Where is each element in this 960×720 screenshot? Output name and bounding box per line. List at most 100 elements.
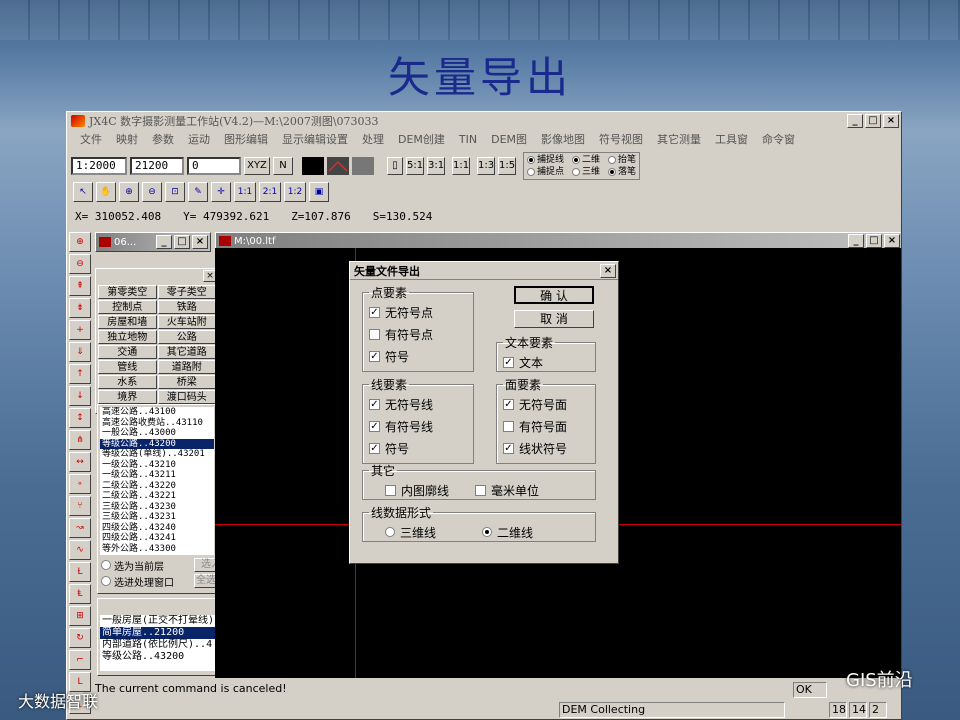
zoom-window-icon[interactable]: ⊡: [165, 182, 185, 202]
checkbox[interactable]: [503, 420, 514, 432]
zoom-1-1-button[interactable]: 1:1: [234, 182, 256, 202]
option-other_group[interactable]: 毫米单位: [469, 479, 539, 501]
checkbox[interactable]: [385, 484, 396, 496]
zoom-in-icon[interactable]: ⊕: [119, 182, 139, 202]
value-input[interactable]: 0: [187, 157, 241, 175]
zoom-1-2-button[interactable]: 1:2: [284, 182, 306, 202]
radio-icon[interactable]: [572, 168, 581, 176]
category-button[interactable]: 独立地物: [98, 330, 157, 344]
add-point-icon[interactable]: +: [69, 320, 91, 340]
list-item[interactable]: 高速公路收费站..43110: [100, 418, 214, 429]
category-button[interactable]: 水系: [98, 375, 157, 389]
curve-icon[interactable]: ∿: [69, 540, 91, 560]
insert-icon[interactable]: ⊞: [69, 606, 91, 626]
pen-icon[interactable]: ✎: [188, 182, 208, 202]
list-item[interactable]: 等级公路(单线)..43201: [100, 449, 214, 460]
menu-item[interactable]: 命令窗: [755, 131, 802, 147]
level-up-icon[interactable]: ⇞: [69, 276, 91, 296]
category-button[interactable]: 火车站附: [157, 315, 216, 329]
category-button[interactable]: 道路附: [157, 360, 216, 374]
menu-item[interactable]: 参数: [145, 131, 181, 147]
ratio-1-1-button[interactable]: 1:1: [452, 157, 470, 175]
radio-icon[interactable]: [608, 156, 617, 164]
checkbox[interactable]: [369, 328, 380, 340]
road-code-list[interactable]: 高速公路..43100 高速公路收费站..43110 一般公路..43000 等级公路…: [100, 407, 214, 555]
layer-close-button[interactable]: ×: [192, 235, 208, 249]
snap-radio-option[interactable]: 捕捉线: [527, 154, 564, 166]
option-other_group[interactable]: 内图廓线: [379, 479, 449, 501]
list-item[interactable]: 四级公路..43240: [100, 523, 214, 534]
option-line_group[interactable]: ✓ 有符号线: [363, 415, 473, 437]
close-button[interactable]: ×: [883, 114, 899, 128]
menu-item[interactable]: 影像地图: [534, 131, 592, 147]
option-point_group[interactable]: 有符号点: [363, 323, 473, 345]
vertical-align-icon[interactable]: ↕: [69, 408, 91, 428]
radio-icon[interactable]: [385, 527, 395, 537]
color-swatch-black[interactable]: [302, 157, 324, 175]
checkbox[interactable]: ✓: [503, 356, 514, 368]
zoom-out-icon[interactable]: ⊖: [69, 254, 91, 274]
list-item[interactable]: 等外公路..43300: [100, 544, 214, 555]
list-item[interactable]: 三级公路..43230: [100, 502, 214, 513]
split-icon[interactable]: ⋔: [69, 430, 91, 450]
category-button[interactable]: 其它道路: [157, 345, 216, 359]
radio-icon[interactable]: [608, 168, 617, 176]
list-item[interactable]: 一级公路..43211: [100, 470, 214, 481]
menu-item[interactable]: DEM创建: [391, 131, 452, 147]
option-linefmt_group[interactable]: 二维线: [476, 521, 533, 543]
option-area_group[interactable]: ✓ 线状符号: [497, 437, 595, 459]
category-button[interactable]: 房屋和墙: [98, 315, 157, 329]
move-icon[interactable]: ↝: [69, 518, 91, 538]
confirm-button[interactable]: 确 认: [514, 286, 594, 304]
category-button[interactable]: 第零类空: [98, 285, 157, 299]
zoom-in-icon[interactable]: ⊕: [69, 232, 91, 252]
horizontal-align-icon[interactable]: ↔: [69, 452, 91, 472]
minimize-button[interactable]: _: [847, 114, 863, 128]
current-layer-radio[interactable]: [101, 560, 111, 570]
list-item[interactable]: 一般公路..43000: [100, 428, 214, 439]
menu-item[interactable]: 映射: [109, 131, 145, 147]
checkbox[interactable]: ✓: [369, 420, 380, 432]
rotate-icon[interactable]: ↻: [69, 628, 91, 648]
menu-item[interactable]: 工具窗: [708, 131, 755, 147]
menu-item[interactable]: DEM图: [484, 131, 534, 147]
down-arrow-icon[interactable]: ↓: [69, 386, 91, 406]
scale-input[interactable]: 1:2000: [71, 157, 127, 175]
snap-radio-option[interactable]: 落笔: [608, 166, 636, 178]
canvas-max-button[interactable]: □: [866, 234, 882, 248]
list-item[interactable]: 二级公路..43221: [100, 491, 214, 502]
option-point_group[interactable]: ✓ 无符号点: [363, 301, 473, 323]
process-window-radio[interactable]: [101, 576, 111, 586]
n-button[interactable]: N: [273, 157, 293, 175]
menu-item[interactable]: 运动: [181, 131, 217, 147]
menu-item[interactable]: 文件: [73, 131, 109, 147]
save-icon[interactable]: ▣: [309, 182, 329, 202]
category-button[interactable]: 管线: [98, 360, 157, 374]
layer-max-button[interactable]: □: [174, 235, 190, 249]
list-item[interactable]: 等级公路..43200: [100, 438, 214, 449]
move-down-icon[interactable]: ⇓: [69, 342, 91, 362]
line-style-icon[interactable]: [327, 157, 349, 175]
checkbox[interactable]: ✓: [369, 306, 380, 318]
checkbox[interactable]: ✓: [503, 398, 514, 410]
snap-radio-option[interactable]: 三维: [572, 166, 600, 178]
category-button[interactable]: 交通: [98, 345, 157, 359]
xyz-button[interactable]: XYZ: [244, 157, 270, 175]
up-arrow-icon[interactable]: ↑: [69, 364, 91, 384]
menu-item[interactable]: 处理: [355, 131, 391, 147]
ratio-5-1-button[interactable]: 5:1: [406, 157, 424, 175]
checkbox[interactable]: ✓: [369, 442, 380, 454]
new-doc-icon[interactable]: ▯: [387, 157, 403, 175]
list-item[interactable]: 二级公路..43220: [100, 481, 214, 492]
category-button[interactable]: 零子类空: [157, 285, 216, 299]
radio-icon[interactable]: [527, 168, 535, 176]
option-line_group[interactable]: ✓ 无符号线: [363, 393, 473, 415]
maximize-button[interactable]: □: [865, 114, 881, 128]
dialog-titlebar[interactable]: 矢量文件导出 ×: [350, 262, 618, 280]
category-button[interactable]: 铁路: [157, 300, 216, 314]
level-down-icon[interactable]: ⇟: [69, 298, 91, 318]
radio-icon[interactable]: [572, 156, 581, 164]
option-point_group[interactable]: ✓ 符号: [363, 345, 473, 367]
snap-radio-option[interactable]: 抬笔: [608, 154, 636, 166]
layer-min-button[interactable]: _: [156, 235, 172, 249]
